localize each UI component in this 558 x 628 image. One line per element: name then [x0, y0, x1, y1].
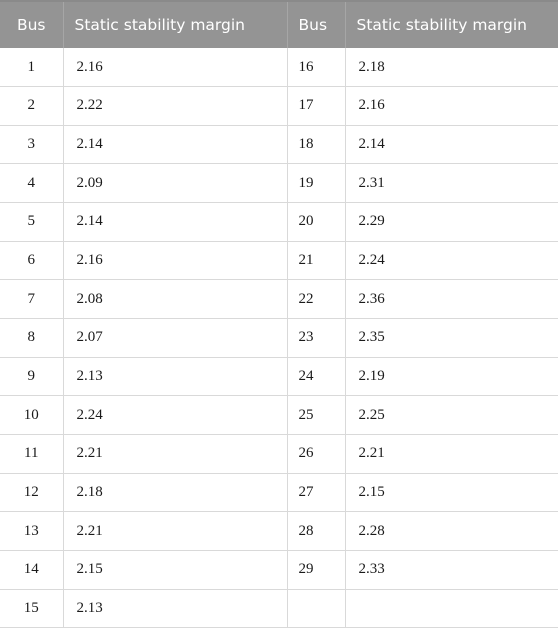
cell-bus-left: 5 [0, 202, 64, 242]
cell-bus-left: 6 [0, 241, 64, 281]
cell-margin-left: 2.07 [63, 318, 288, 358]
cell-bus-left: 10 [0, 395, 64, 436]
cell-margin-left: 2.16 [63, 48, 288, 88]
cell-bus-right: 18 [287, 125, 346, 165]
cell-margin-right: 2.19 [345, 357, 558, 397]
table-row: 11 2.21 26 2.21 [0, 434, 558, 474]
table-row: 4 2.09 19 2.31 [0, 163, 558, 204]
cell-margin-left: 2.18 [63, 473, 288, 513]
table-body: 1 2.16 16 2.18 2 2.22 17 2.16 3 2.14 18 2.14 4 2.09 19… [0, 48, 558, 628]
cell-bus-left: 8 [0, 318, 64, 358]
table-row: 1 2.16 16 2.18 [0, 48, 558, 88]
cell-bus-right: 25 [287, 395, 346, 436]
cell-margin-left: 2.21 [63, 434, 288, 474]
cell-bus-right: 28 [287, 511, 346, 552]
cell-margin-left: 2.16 [63, 241, 288, 281]
cell-margin-left: 2.24 [63, 395, 288, 436]
cell-bus-left: 4 [0, 163, 64, 204]
cell-bus-right: 20 [287, 202, 346, 242]
table-header: Bus Static stability margin Bus Static s… [0, 0, 558, 48]
cell-bus-right: 21 [287, 241, 346, 281]
cell-bus-right: 27 [287, 473, 346, 513]
table-row: 14 2.15 29 2.33 [0, 550, 558, 590]
cell-bus-left: 1 [0, 48, 64, 88]
table-row: 5 2.14 20 2.29 [0, 202, 558, 242]
cell-margin-left: 2.14 [63, 202, 288, 242]
table-row: 7 2.08 22 2.36 [0, 279, 558, 320]
table-row: 13 2.21 28 2.28 [0, 511, 558, 552]
cell-margin-right: 2.14 [345, 125, 558, 165]
cell-margin-right: 2.21 [345, 434, 558, 474]
cell-margin-right: 2.15 [345, 473, 558, 513]
table-row: 10 2.24 25 2.25 [0, 395, 558, 436]
cell-margin-left: 2.22 [63, 86, 288, 126]
table-row: 9 2.13 24 2.19 [0, 357, 558, 397]
table-row: 15 2.13 [0, 589, 558, 628]
cell-bus-right: 19 [287, 163, 346, 204]
cell-bus-right [287, 589, 346, 628]
cell-bus-left: 14 [0, 550, 64, 590]
column-header-bus-right: Bus [287, 0, 346, 48]
cell-bus-left: 15 [0, 589, 64, 628]
cell-margin-left: 2.09 [63, 163, 288, 204]
cell-margin-left: 2.21 [63, 511, 288, 552]
cell-margin-left: 2.15 [63, 550, 288, 590]
column-header-margin-right: Static stability margin [345, 0, 558, 48]
cell-margin-left: 2.14 [63, 125, 288, 165]
cell-bus-right: 17 [287, 86, 346, 126]
cell-margin-right: 2.18 [345, 48, 558, 88]
cell-bus-left: 11 [0, 434, 64, 474]
cell-margin-left: 2.08 [63, 279, 288, 320]
cell-bus-right: 29 [287, 550, 346, 590]
cell-bus-left: 2 [0, 86, 64, 126]
cell-bus-right: 23 [287, 318, 346, 358]
cell-bus-left: 12 [0, 473, 64, 513]
static-stability-margin-table-container: Bus Static stability margin Bus Static s… [0, 0, 558, 628]
cell-margin-right: 2.33 [345, 550, 558, 590]
column-header-margin-left: Static stability margin [63, 0, 288, 48]
cell-margin-right: 2.31 [345, 163, 558, 204]
cell-margin-right: 2.36 [345, 279, 558, 320]
column-header-bus-left: Bus [0, 0, 64, 48]
cell-bus-right: 26 [287, 434, 346, 474]
cell-margin-right: 2.29 [345, 202, 558, 242]
cell-bus-left: 3 [0, 125, 64, 165]
cell-bus-left: 13 [0, 511, 64, 552]
cell-bus-right: 24 [287, 357, 346, 397]
cell-margin-right: 2.28 [345, 511, 558, 552]
table-row: 8 2.07 23 2.35 [0, 318, 558, 358]
table-row: 3 2.14 18 2.14 [0, 125, 558, 165]
static-stability-margin-table: Bus Static stability margin Bus Static s… [0, 0, 558, 628]
cell-margin-left: 2.13 [63, 357, 288, 397]
cell-bus-right: 22 [287, 279, 346, 320]
table-header-row: Bus Static stability margin Bus Static s… [0, 0, 558, 48]
cell-bus-left: 9 [0, 357, 64, 397]
table-row: 6 2.16 21 2.24 [0, 241, 558, 281]
cell-margin-right [345, 589, 558, 628]
cell-margin-right: 2.25 [345, 395, 558, 436]
cell-margin-left: 2.13 [63, 589, 288, 628]
cell-margin-right: 2.24 [345, 241, 558, 281]
table-row: 12 2.18 27 2.15 [0, 473, 558, 513]
cell-bus-left: 7 [0, 279, 64, 320]
cell-margin-right: 2.35 [345, 318, 558, 358]
cell-bus-right: 16 [287, 48, 346, 88]
table-row: 2 2.22 17 2.16 [0, 86, 558, 126]
cell-margin-right: 2.16 [345, 86, 558, 126]
